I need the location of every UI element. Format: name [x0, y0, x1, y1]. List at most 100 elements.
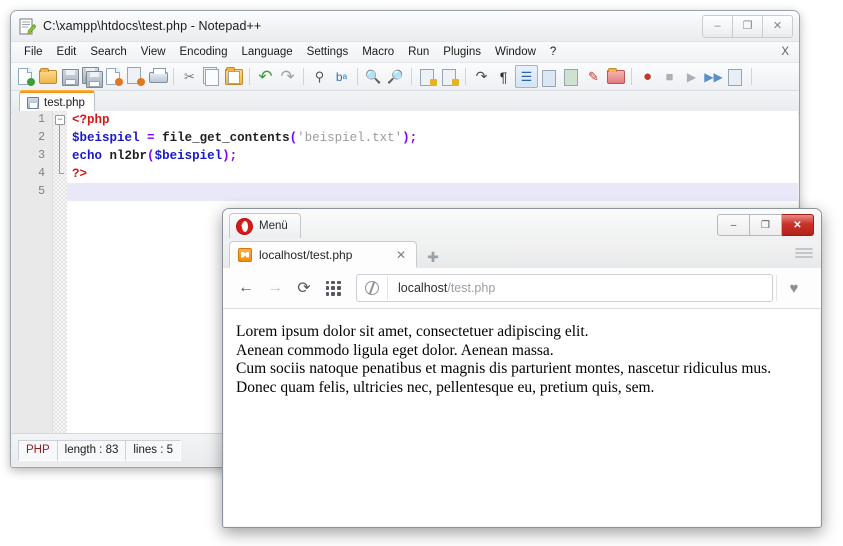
- toolbar-separator: [249, 68, 250, 85]
- browser-tab-localhost-test-php[interactable]: localhost/test.php ✕: [229, 241, 417, 268]
- function-list-icon[interactable]: ✎: [583, 66, 604, 87]
- code-line: echo nl2br($beispiel);: [67, 147, 798, 165]
- fold-collapse-button[interactable]: −: [55, 115, 65, 125]
- opera-maximize-button[interactable]: ❐: [750, 214, 782, 236]
- menu-item-help[interactable]: ?: [543, 44, 563, 60]
- opera-titlebar[interactable]: Menü – ❐ ✕: [223, 209, 821, 241]
- notepad-minimize-button[interactable]: –: [702, 15, 733, 38]
- speed-dial-icon[interactable]: [320, 275, 346, 301]
- copy-icon[interactable]: [201, 66, 222, 87]
- address-bar-text: localhost/test.php: [388, 281, 495, 295]
- fold-line: [59, 125, 60, 173]
- menu-item-view[interactable]: View: [134, 44, 173, 60]
- play-macro-icon[interactable]: ▶: [681, 66, 702, 87]
- close-document-button[interactable]: X: [781, 46, 789, 58]
- menu-item-edit[interactable]: Edit: [50, 44, 84, 60]
- url-path: /test.php: [447, 281, 496, 295]
- menu-item-encoding[interactable]: Encoding: [173, 44, 235, 60]
- back-arrow-icon[interactable]: ←: [233, 275, 259, 301]
- close-all-files-icon[interactable]: [125, 66, 146, 87]
- save-icon[interactable]: [59, 66, 80, 87]
- opera-navigation-bar: ← → ⟳ localhost/test.php ♥: [223, 268, 821, 309]
- sync-vertical-scroll-icon[interactable]: [417, 66, 438, 87]
- page-text-line: Donec quam felis, ultricies nec, pellent…: [236, 378, 655, 396]
- toolbar-separator: [173, 68, 174, 85]
- page-icon: [238, 247, 252, 262]
- menu-item-run[interactable]: Run: [401, 44, 436, 60]
- line-number: 2: [38, 131, 45, 144]
- open-file-icon[interactable]: [37, 66, 58, 87]
- menu-item-language[interactable]: Language: [234, 44, 299, 60]
- status-length: length : 83: [56, 439, 127, 461]
- forward-arrow-icon[interactable]: →: [262, 275, 288, 301]
- code-line: $beispiel = file_get_contents('beispiel.…: [67, 129, 798, 147]
- notepad-menubar: File Edit Search View Encoding Language …: [11, 42, 799, 63]
- close-icon[interactable]: ✕: [394, 248, 408, 262]
- code-folding-margin[interactable]: −: [53, 111, 67, 433]
- opera-close-button[interactable]: ✕: [782, 214, 814, 236]
- notepad-close-button[interactable]: ✕: [763, 15, 793, 38]
- run-macro-multiple-icon[interactable]: ▶▶: [703, 66, 724, 87]
- replace-icon[interactable]: ba: [331, 66, 352, 87]
- reload-icon[interactable]: ⟳: [291, 275, 317, 301]
- browser-tab-title: localhost/test.php: [259, 247, 353, 262]
- code-token: =: [147, 131, 155, 145]
- word-wrap-icon[interactable]: ↷: [471, 66, 492, 87]
- code-line: [67, 183, 798, 201]
- menu-item-search[interactable]: Search: [83, 44, 133, 60]
- url-host: localhost: [398, 281, 448, 295]
- close-file-icon[interactable]: [103, 66, 124, 87]
- cut-icon[interactable]: ✂: [179, 66, 200, 87]
- undo-icon[interactable]: ↶: [255, 66, 276, 87]
- show-document-map-icon[interactable]: [561, 66, 582, 87]
- folder-as-workspace-icon[interactable]: [605, 66, 626, 87]
- toolbar-separator: [751, 68, 752, 85]
- toolbar-separator: [465, 68, 466, 85]
- opera-logo-icon: [236, 217, 253, 235]
- code-token: (: [147, 149, 155, 163]
- zoom-out-icon[interactable]: 🔎: [385, 66, 406, 87]
- zoom-in-icon[interactable]: 🔍: [363, 66, 384, 87]
- status-language: PHP: [18, 439, 58, 461]
- menu-item-window[interactable]: Window: [488, 44, 543, 60]
- menu-item-settings[interactable]: Settings: [300, 44, 356, 60]
- code-token: echo: [72, 149, 103, 163]
- heart-icon[interactable]: ♥: [776, 275, 811, 301]
- save-all-icon[interactable]: [81, 66, 103, 88]
- code-token: ?>: [72, 167, 88, 181]
- toolbar-separator: [631, 68, 632, 85]
- user-defined-dialog-icon[interactable]: [539, 66, 560, 87]
- document-tab-test-php[interactable]: test.php: [19, 90, 95, 113]
- address-bar[interactable]: localhost/test.php: [356, 274, 773, 302]
- new-file-icon[interactable]: [15, 66, 36, 87]
- new-tab-button[interactable]: ✚: [420, 246, 446, 268]
- code-token: ;: [409, 131, 418, 145]
- opera-window-controls: – ❐ ✕: [717, 214, 814, 236]
- code-token: ;: [229, 149, 238, 163]
- code-line: <?php: [67, 111, 798, 129]
- indent-guide-icon[interactable]: ☰: [515, 65, 538, 88]
- page-text-line: Cum sociis natoque penatibus et magnis d…: [236, 360, 772, 377]
- opera-menu-button[interactable]: Menü: [229, 213, 301, 238]
- notepad-plus-plus-icon: [19, 18, 37, 35]
- redo-icon[interactable]: ↷: [277, 66, 298, 87]
- opera-minimize-button[interactable]: –: [717, 214, 750, 236]
- screen: C:\xampp\htdocs\test.php - Notepad++ – ❐…: [0, 0, 843, 546]
- notepad-titlebar[interactable]: C:\xampp\htdocs\test.php - Notepad++ – ❐…: [11, 11, 799, 42]
- print-icon[interactable]: [147, 66, 168, 87]
- document-tab-label: test.php: [44, 97, 85, 109]
- stop-recording-icon[interactable]: ■: [659, 66, 680, 87]
- save-macro-icon[interactable]: [725, 66, 746, 87]
- menu-item-macro[interactable]: Macro: [355, 44, 401, 60]
- menu-item-file[interactable]: File: [17, 44, 50, 60]
- menu-item-plugins[interactable]: Plugins: [436, 44, 488, 60]
- record-macro-icon[interactable]: ●: [637, 66, 658, 87]
- show-all-characters-icon[interactable]: ¶: [493, 66, 514, 87]
- notepad-toolbar: ✂ ↶ ↷ ⚲ ba 🔍 🔎 ↷ ¶ ☰ ✎ ● ■ ▶ ▶▶: [11, 63, 799, 91]
- paste-icon[interactable]: [223, 66, 244, 87]
- sync-horizontal-scroll-icon[interactable]: [439, 66, 460, 87]
- tab-menu-icon[interactable]: [795, 248, 813, 264]
- notepad-maximize-button[interactable]: ❐: [733, 15, 763, 38]
- find-icon[interactable]: ⚲: [309, 66, 330, 87]
